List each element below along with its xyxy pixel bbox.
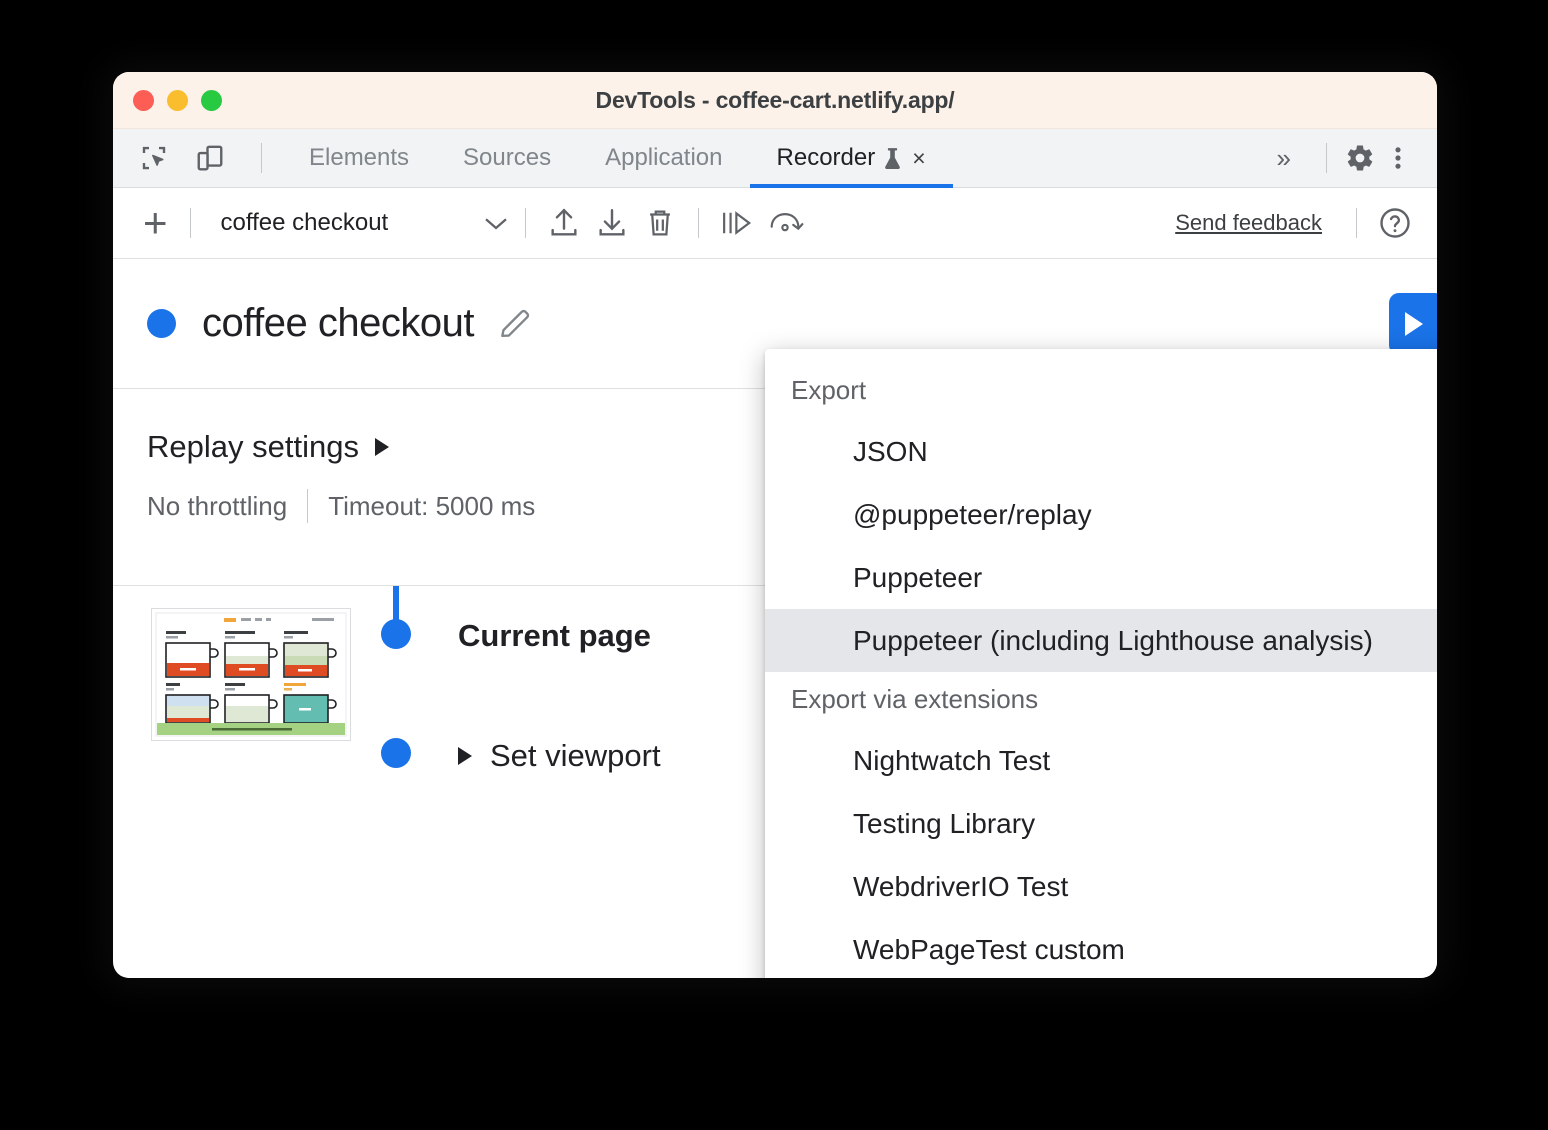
- close-tab-icon[interactable]: ×: [912, 145, 925, 172]
- replay-settings-label: Replay settings: [147, 429, 359, 465]
- tab-recorder[interactable]: Recorder ×: [750, 129, 953, 187]
- gear-icon[interactable]: [1341, 139, 1379, 177]
- tab-label: Application: [605, 144, 722, 172]
- devtools-window: DevTools - coffee-cart.netlify.app/: [113, 72, 1437, 978]
- rec-toolbar-divider-1: [190, 208, 191, 238]
- menu-item-nightwatch-test[interactable]: Nightwatch Test: [765, 729, 1437, 792]
- panel-tabs: Elements Sources Application Recorder: [282, 129, 953, 187]
- rec-toolbar-divider-3: [698, 208, 699, 238]
- send-feedback-link[interactable]: Send feedback: [1175, 210, 1342, 236]
- tab-label: Recorder: [777, 144, 876, 172]
- screenshot-thumbnail: [151, 608, 351, 741]
- delete-recording-icon[interactable]: [636, 201, 684, 245]
- import-recording-icon[interactable]: [540, 201, 588, 245]
- chevron-down-icon: [481, 213, 511, 233]
- tab-label: Elements: [309, 144, 409, 172]
- export-dropdown-menu: Export JSON @puppeteer/replay Puppeteer …: [765, 349, 1437, 978]
- menu-item-puppeteer-lighthouse[interactable]: Puppeteer (including Lighthouse analysis…: [765, 609, 1437, 672]
- more-tabs-icon[interactable]: »: [1253, 143, 1312, 174]
- rec-toolbar-divider-2: [525, 208, 526, 238]
- devtools-tool-icons: [113, 129, 276, 187]
- export-recording-icon[interactable]: [588, 201, 636, 245]
- maximize-window-button[interactable]: [201, 90, 222, 111]
- window-title: DevTools - coffee-cart.netlify.app/: [113, 87, 1437, 114]
- menu-item-puppeteer-replay[interactable]: @puppeteer/replay: [765, 483, 1437, 546]
- menu-item-webdriverio-test[interactable]: WebdriverIO Test: [765, 855, 1437, 918]
- chevron-right-icon: [375, 438, 389, 456]
- create-recording-button[interactable]: +: [135, 202, 176, 244]
- tab-elements[interactable]: Elements: [282, 129, 436, 187]
- tabstrip-right-actions: »: [1253, 129, 1437, 187]
- inspect-element-icon[interactable]: [135, 139, 173, 177]
- menu-item-testing-library[interactable]: Testing Library: [765, 792, 1437, 855]
- recorder-toolbar: + coffee checkout: [113, 188, 1437, 259]
- play-icon: [1405, 312, 1423, 336]
- throttling-value: No throttling: [147, 491, 287, 522]
- more-options-icon[interactable]: [1379, 139, 1417, 177]
- experiment-flask-icon: [883, 147, 902, 170]
- timeline-node-1[interactable]: [381, 738, 411, 768]
- step-label: Set viewport: [490, 738, 661, 774]
- chevron-right-icon: [458, 747, 472, 765]
- step-item-set-viewport[interactable]: Set viewport: [458, 738, 661, 774]
- menu-group-title-extensions: Export via extensions: [765, 672, 1437, 729]
- menu-item-json[interactable]: JSON: [765, 420, 1437, 483]
- recording-selector[interactable]: coffee checkout: [221, 209, 511, 237]
- menu-item-puppeteer[interactable]: Puppeteer: [765, 546, 1437, 609]
- device-toolbar-icon[interactable]: [191, 139, 229, 177]
- tab-label: Sources: [463, 144, 551, 172]
- close-window-button[interactable]: [133, 90, 154, 111]
- devtools-tabstrip: Elements Sources Application Recorder: [113, 129, 1437, 188]
- toolbar-divider: [261, 143, 262, 173]
- traffic-light-buttons: [133, 90, 222, 111]
- step-label: Current page: [458, 618, 651, 654]
- toolbar-divider-right: [1326, 143, 1327, 173]
- summary-divider: [307, 489, 308, 523]
- menu-item-webpagetest-custom[interactable]: WebPageTest custom: [765, 918, 1437, 978]
- undo-replay-icon[interactable]: [761, 201, 809, 245]
- timeline-node-0[interactable]: [381, 619, 411, 649]
- menu-group-title-export: Export: [765, 363, 1437, 420]
- replay-button[interactable]: [1389, 293, 1437, 355]
- help-icon[interactable]: [1371, 201, 1419, 245]
- tab-sources[interactable]: Sources: [436, 129, 578, 187]
- timeout-value: Timeout: 5000 ms: [328, 491, 535, 522]
- screenshot-root: DevTools - coffee-cart.netlify.app/: [0, 0, 1548, 1130]
- window-titlebar: DevTools - coffee-cart.netlify.app/: [113, 72, 1437, 129]
- page-title: coffee checkout: [202, 301, 474, 346]
- edit-title-icon[interactable]: [496, 305, 534, 343]
- recording-status-dot: [147, 309, 176, 338]
- rec-toolbar-divider-4: [1356, 208, 1357, 238]
- step-item-current-page[interactable]: Current page: [458, 618, 651, 654]
- tab-application[interactable]: Application: [578, 129, 749, 187]
- minimize-window-button[interactable]: [167, 90, 188, 111]
- replay-step-by-step-icon[interactable]: [713, 201, 761, 245]
- recording-selector-label: coffee checkout: [221, 209, 481, 237]
